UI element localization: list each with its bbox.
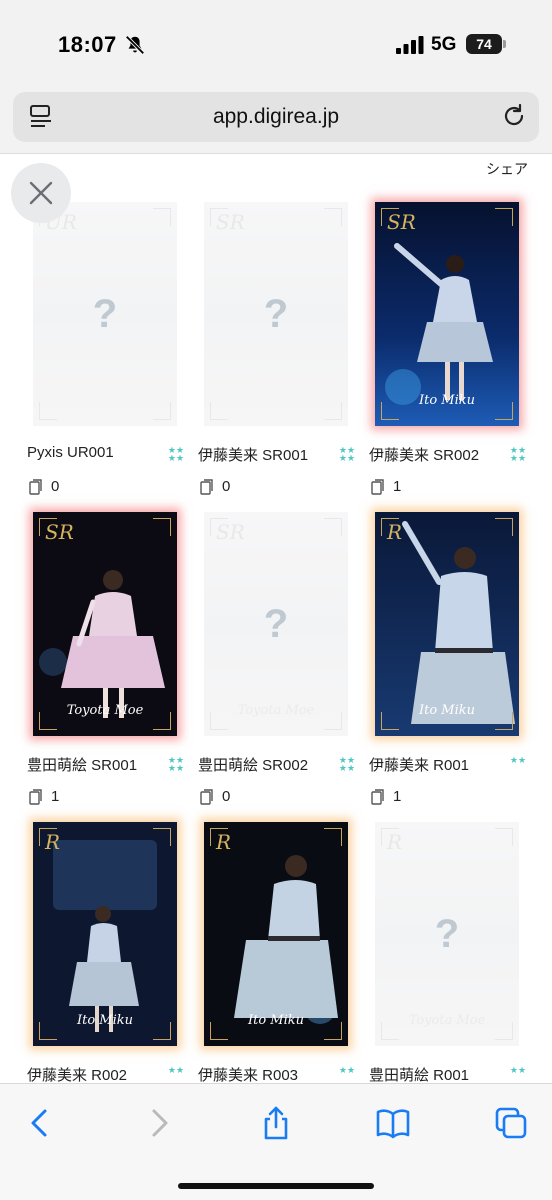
close-button[interactable] <box>11 163 71 223</box>
card-title: 豊田萌絵 R001 <box>369 1067 470 1083</box>
card-title: 豊田萌絵 SR001 <box>27 757 138 774</box>
card-title: 伊藤美来 SR001 <box>198 447 309 464</box>
frame-corner <box>495 828 513 846</box>
card-image[interactable]: R Ito Miku <box>204 822 348 1046</box>
reload-icon[interactable] <box>501 103 527 129</box>
card-title: 伊藤美来 R001 <box>369 757 470 774</box>
browser-toolbar <box>0 1083 552 1200</box>
unknown-card-icon: ? <box>434 912 460 956</box>
card-count-icon <box>200 788 213 805</box>
address-bar[interactable]: app.digirea.jp <box>13 92 539 142</box>
rarity-stars-icon: ★★ <box>167 1065 185 1075</box>
card-count-icon <box>371 478 384 495</box>
forward-icon[interactable] <box>142 1106 176 1140</box>
card-nameplate: Toyota Moe <box>66 703 144 718</box>
frame-corner <box>153 518 171 536</box>
share-link[interactable]: シェア <box>486 159 528 179</box>
card-image-locked[interactable]: SR ? <box>204 202 348 426</box>
owned-count-value: 0 <box>222 478 231 495</box>
rarity-stars-icon: ★★ ★★ <box>167 445 185 463</box>
rarity-stars-icon: ★★ ★★ <box>338 445 356 463</box>
unknown-card-icon: ? <box>263 602 289 646</box>
rank-mark: SR <box>216 520 245 544</box>
battery-tip <box>503 40 506 48</box>
frame-corner <box>153 828 171 846</box>
card-nameplate: Ito Miku <box>418 703 476 718</box>
card-nameplate: Toyota Moe <box>408 1013 486 1028</box>
rank-mark: R <box>216 830 232 854</box>
rarity-stars-icon: ★★ <box>509 1065 527 1075</box>
owned-count-value: 0 <box>222 788 231 805</box>
tabs-icon[interactable] <box>494 1106 528 1140</box>
rarity-stars-icon: ★★ ★★ <box>167 755 185 773</box>
bell-muted-icon <box>125 35 145 55</box>
card-title: 伊藤美来 R003 <box>198 1067 299 1083</box>
frame-corner <box>324 518 342 536</box>
card-count-icon <box>29 788 42 805</box>
status-time: 18:07 <box>58 32 117 57</box>
card-image[interactable]: R Ito Miku <box>375 512 519 736</box>
frame-corner <box>495 208 513 226</box>
status-bar: 18:07 5G 74 <box>0 0 552 88</box>
card-nameplate: Ito Miku <box>418 393 476 408</box>
card-image[interactable]: SR Toyota Moe <box>33 512 177 736</box>
card-count-icon <box>29 478 42 495</box>
rank-mark: SR <box>45 520 74 544</box>
network-type: 5G <box>431 34 457 55</box>
card-count-icon <box>200 478 213 495</box>
rarity-stars-icon: ★★ ★★ <box>509 445 527 463</box>
frame-corner <box>39 402 57 420</box>
browser-address-area: app.digirea.jp <box>0 88 552 154</box>
url-text[interactable]: app.digirea.jp <box>13 105 539 129</box>
card-image-locked[interactable]: SR ? Toyota Moe <box>204 512 348 736</box>
signal-icon <box>396 36 424 54</box>
owned-count-value: 1 <box>51 788 60 805</box>
card-title: 伊藤美来 R002 <box>27 1067 128 1083</box>
rank-mark: SR <box>216 210 245 234</box>
unknown-card-icon: ? <box>92 292 118 336</box>
owned-count: 0 <box>29 478 59 495</box>
frame-corner <box>153 402 171 420</box>
rank-mark: R <box>387 520 403 544</box>
rank-mark: R <box>45 830 61 854</box>
back-icon[interactable] <box>23 1106 57 1140</box>
card-title: Pyxis UR001 <box>27 444 114 461</box>
frame-corner <box>495 518 513 536</box>
share-icon[interactable] <box>259 1106 293 1140</box>
owned-count-value: 0 <box>51 478 60 495</box>
battery-icon: 74 <box>466 34 502 54</box>
card-image-locked[interactable]: UR ? <box>33 202 177 426</box>
owned-count: 0 <box>200 478 230 495</box>
card-image[interactable]: R Ito Miku <box>33 822 177 1046</box>
card-title: 豊田萌絵 SR002 <box>198 757 309 774</box>
owned-count-value: 1 <box>393 788 402 805</box>
owned-count: 0 <box>200 788 230 805</box>
frame-corner <box>153 208 171 226</box>
bookmarks-icon[interactable] <box>376 1106 410 1140</box>
frame-corner <box>210 402 228 420</box>
card-nameplate: Toyota Moe <box>237 703 315 718</box>
card-nameplate: Ito Miku <box>247 1013 305 1028</box>
home-indicator[interactable] <box>178 1183 374 1189</box>
rarity-stars-icon: ★★ ★★ <box>338 755 356 773</box>
card-image-locked[interactable]: R ? Toyota Moe <box>375 822 519 1046</box>
card-count-icon <box>371 788 384 805</box>
rarity-stars-icon: ★★ <box>338 1065 356 1075</box>
frame-corner <box>324 402 342 420</box>
rarity-stars-icon: ★★ <box>509 755 527 765</box>
owned-count-value: 1 <box>393 478 402 495</box>
rank-mark: SR <box>387 210 416 234</box>
owned-count: 1 <box>371 788 401 805</box>
card-nameplate: Ito Miku <box>76 1013 134 1028</box>
frame-corner <box>324 828 342 846</box>
close-icon <box>29 181 53 205</box>
owned-count: 1 <box>29 788 59 805</box>
owned-count: 1 <box>371 478 401 495</box>
card-title: 伊藤美来 SR002 <box>369 447 480 464</box>
card-collection-page: シェア UR ? Pyxis UR001 ★★ ★★ 0 SR ? 伊藤美来 SR… <box>0 155 552 1083</box>
frame-corner <box>324 208 342 226</box>
card-image[interactable]: SR Ito Miku <box>375 202 519 426</box>
rank-mark: R <box>387 830 403 854</box>
unknown-card-icon: ? <box>263 292 289 336</box>
